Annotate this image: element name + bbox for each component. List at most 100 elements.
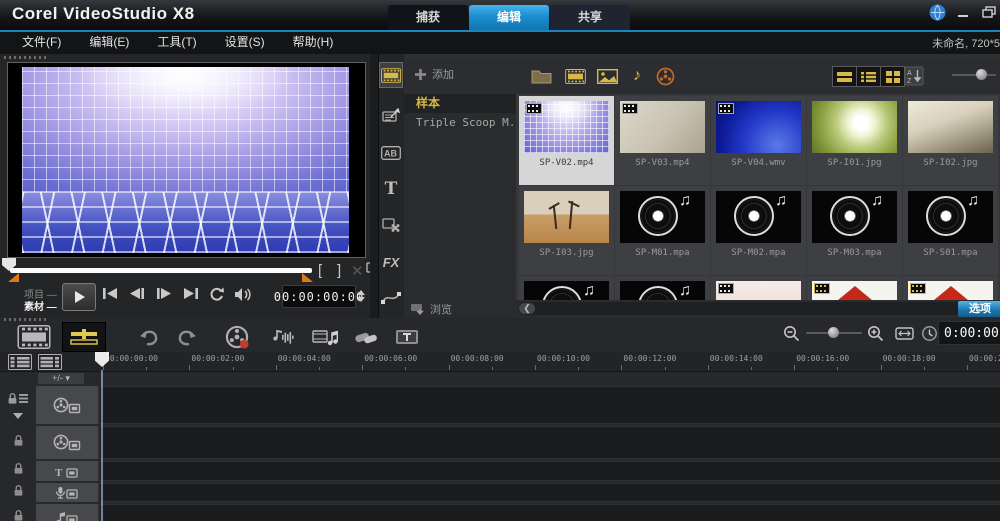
- media-item-SP-I03.jpg[interactable]: SP-I03.jpg: [519, 186, 614, 275]
- track-content[interactable]: [100, 504, 1000, 521]
- volume-icon[interactable]: [234, 287, 253, 302]
- transition-icon[interactable]: AB: [379, 140, 403, 166]
- music-track-icon[interactable]: [36, 504, 100, 521]
- mark-out-button[interactable]: ]: [337, 262, 341, 279]
- track-content[interactable]: [100, 461, 1000, 481]
- track-content[interactable]: [100, 386, 1000, 424]
- menu-item[interactable]: 设置(S): [211, 32, 279, 53]
- zoom-out-icon[interactable]: [780, 318, 802, 348]
- media-item[interactable]: [903, 276, 998, 300]
- trim-start-marker[interactable]: [8, 273, 19, 282]
- track-content[interactable]: [100, 483, 1000, 502]
- grid-view-icon[interactable]: [880, 66, 905, 87]
- subtitle-editor-icon[interactable]: [390, 322, 424, 352]
- show-photos-icon[interactable]: [594, 66, 620, 86]
- go-end-button[interactable]: [182, 287, 200, 300]
- filter-icon[interactable]: FX: [379, 249, 403, 275]
- lock-track-icon[interactable]: [7, 392, 29, 410]
- import-folder-icon[interactable]: [528, 66, 554, 86]
- menu-item[interactable]: 工具(T): [143, 32, 210, 53]
- title-icon[interactable]: T: [379, 176, 403, 202]
- media-item[interactable]: ♫: [519, 276, 614, 300]
- browse-button[interactable]: 浏览: [410, 301, 452, 317]
- media-item-SP-M02.mpa[interactable]: ♫ SP-M02.mpa: [711, 186, 806, 275]
- trim-end-marker[interactable]: [302, 273, 313, 282]
- graphic-icon[interactable]: [379, 212, 403, 238]
- project-duration-clock-icon[interactable]: [918, 318, 940, 348]
- title-track-icon[interactable]: T: [36, 461, 100, 481]
- track-content[interactable]: [100, 426, 1000, 459]
- sort-icon[interactable]: AZ: [904, 66, 924, 86]
- track-ripple-icon[interactable]: [348, 322, 384, 352]
- restore-button[interactable]: [980, 3, 998, 21]
- corel-globe-icon[interactable]: [928, 3, 946, 21]
- split-clip-icon[interactable]: ✕: [351, 262, 364, 280]
- redo-icon[interactable]: [170, 322, 204, 352]
- record-capture-icon[interactable]: [218, 322, 256, 352]
- library-category[interactable]: Triple Scoop M...: [404, 113, 516, 132]
- next-frame-button[interactable]: [155, 287, 173, 300]
- sound-mixer-icon[interactable]: [262, 322, 300, 352]
- media-item-SP-I02.jpg[interactable]: SP-I02.jpg: [903, 96, 998, 185]
- go-start-button[interactable]: [101, 287, 119, 300]
- thumbnail-size-slider[interactable]: [952, 69, 996, 80]
- options-button[interactable]: 选项: [958, 301, 1000, 317]
- track-manager-icon[interactable]: [38, 354, 62, 375]
- lock-icon[interactable]: [13, 434, 24, 452]
- media-item-SP-V03.mp4[interactable]: SP-V03.mp4: [615, 96, 710, 185]
- voice-track-icon[interactable]: [36, 483, 100, 502]
- media-item-SP-V04.wmv[interactable]: SP-V04.wmv: [711, 96, 806, 185]
- media-item-SP-M01.mpa[interactable]: ♫ SP-M01.mpa: [615, 186, 710, 275]
- video-track-icon[interactable]: [36, 386, 100, 424]
- lock-icon[interactable]: [13, 462, 24, 480]
- fit-timeline-icon[interactable]: [892, 318, 916, 348]
- lock-icon[interactable]: [13, 484, 24, 502]
- clip-mode-label[interactable]: 素材 —: [24, 298, 57, 313]
- timeline-timecode[interactable]: 0:00:00:00: [938, 321, 1000, 345]
- repeat-button[interactable]: [209, 287, 225, 302]
- menu-item[interactable]: 编辑(E): [75, 32, 143, 53]
- add-remove-track-button[interactable]: +/- ▾: [38, 373, 84, 384]
- timecode-spinner[interactable]: [356, 285, 366, 306]
- menu-item[interactable]: 文件(F): [8, 32, 75, 53]
- media-item[interactable]: ♫: [615, 276, 710, 300]
- media-item-SP-V02.mp4[interactable]: SP-V02.mp4: [519, 96, 614, 185]
- show-videos-icon[interactable]: [562, 66, 588, 86]
- tab-编辑[interactable]: 编辑: [469, 5, 549, 30]
- thumb-view-icon[interactable]: [832, 66, 857, 87]
- timeline-zoom-slider[interactable]: [806, 318, 862, 348]
- timeline-view-icon[interactable]: [62, 322, 106, 352]
- prev-frame-button[interactable]: [128, 287, 146, 300]
- storyboard-view-icon[interactable]: [12, 322, 56, 352]
- media-item[interactable]: [807, 276, 902, 300]
- overlay-track-icon[interactable]: [36, 426, 100, 459]
- minimize-button[interactable]: [954, 3, 972, 21]
- show-audio-icon[interactable]: ♪: [624, 66, 650, 86]
- zoom-in-icon[interactable]: [864, 318, 886, 348]
- instant-project-icon[interactable]: [379, 103, 403, 129]
- player-timecode[interactable]: 00:00:00:00: [274, 285, 363, 308]
- motion-path-icon[interactable]: [379, 285, 403, 311]
- auto-music-icon[interactable]: [306, 322, 344, 352]
- list-view-icon[interactable]: [856, 66, 881, 87]
- mark-in-button[interactable]: [: [318, 262, 322, 279]
- play-button[interactable]: [62, 283, 96, 311]
- library-scrollbar[interactable]: ❮: [518, 302, 998, 315]
- undo-icon[interactable]: [132, 322, 166, 352]
- scroll-left-button[interactable]: ❮: [519, 303, 535, 314]
- add-folder-button[interactable]: 添加: [414, 66, 454, 82]
- tab-共享[interactable]: 共享: [550, 5, 630, 30]
- tab-捕获[interactable]: 捕获: [388, 5, 468, 30]
- media-icon[interactable]: [379, 62, 403, 88]
- library-category[interactable]: 样本: [404, 94, 516, 113]
- scrubber-track[interactable]: [10, 268, 312, 273]
- show-motion-icon[interactable]: [652, 66, 678, 86]
- media-item-SP-M03.mpa[interactable]: ♫ SP-M03.mpa: [807, 186, 902, 275]
- media-item-SP-S01.mpa[interactable]: ♫ SP-S01.mpa: [903, 186, 998, 275]
- menu-item[interactable]: 帮助(H): [279, 32, 348, 53]
- lock-icon[interactable]: [13, 509, 24, 521]
- timeline-ruler[interactable]: 00:00:00:00 00:00:02:00 00:00:04:00 00:00:0…: [0, 352, 1000, 372]
- playhead-handle[interactable]: [95, 352, 109, 367]
- expand-tracks-icon[interactable]: [13, 412, 23, 419]
- show-all-tracks-icon[interactable]: [8, 354, 32, 375]
